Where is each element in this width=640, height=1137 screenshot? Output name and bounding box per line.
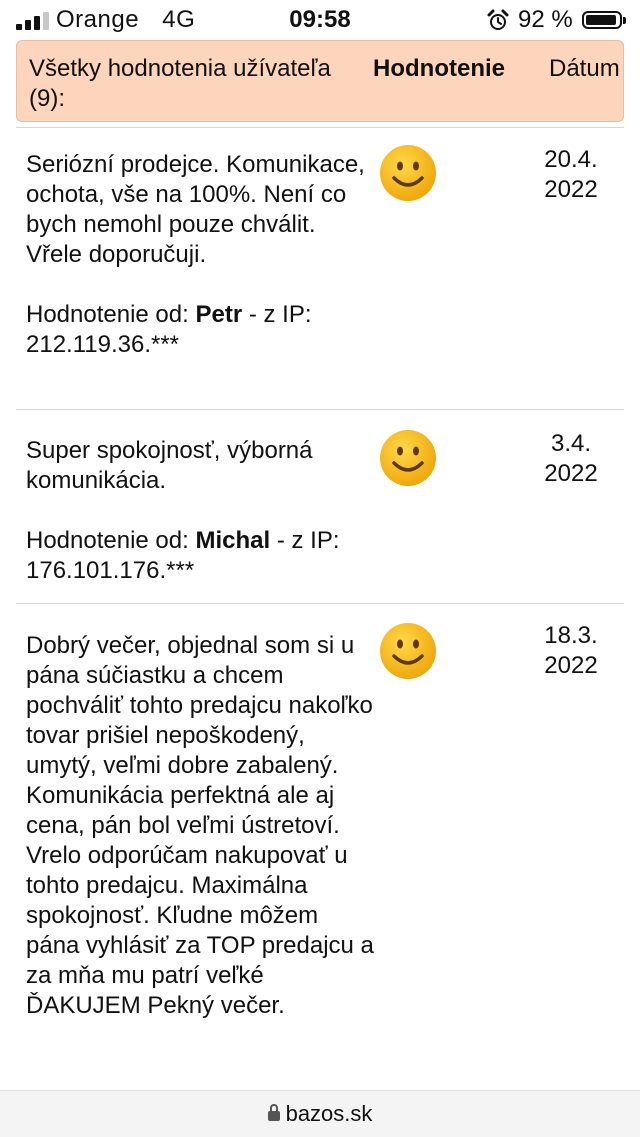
url-display[interactable]: bazos.sk	[0, 1101, 640, 1127]
url-domain: bazos.sk	[285, 1101, 373, 1126]
battery-percentage: 92 %	[518, 6, 573, 33]
review-row: Seriózní prodejce. Komunikace, ochota, v…	[16, 127, 624, 410]
author-prefix: Hodnotenie od:	[26, 527, 189, 554]
status-bar: Orange 4G 09:58 92 %	[0, 0, 640, 40]
smile-icon	[380, 145, 436, 201]
review-author: Hodnotenie od: Petr - z IP: 212.119.36.*…	[26, 300, 376, 360]
header-date: Dátum	[549, 55, 620, 82]
review-text: Seriózní prodejce. Komunikace, ochota, v…	[26, 151, 365, 268]
smile-icon	[380, 430, 436, 486]
battery-icon	[582, 11, 626, 29]
review-author: Hodnotenie od: Michal - z IP: 176.101.17…	[26, 526, 376, 586]
lock-icon	[267, 1104, 280, 1122]
author-name: Petr	[195, 301, 243, 328]
date-year: 2022	[544, 652, 598, 679]
author-name: Michal	[195, 527, 271, 554]
date-year: 2022	[544, 460, 598, 487]
review-row: Dobrý večer, objednal som si u pána súči…	[16, 603, 624, 1091]
review-text: Dobrý večer, objednal som si u pána súči…	[26, 632, 374, 1019]
date-year: 2022	[544, 176, 598, 203]
review-date: 18.3. 2022	[536, 621, 606, 681]
alarm-clock-icon	[487, 9, 509, 30]
date-day-month: 20.4.	[544, 146, 598, 173]
header-all-ratings: Všetky hodnotenia užívateľa (9):	[29, 55, 331, 112]
browser-url-bar[interactable]: bazos.sk	[0, 1090, 640, 1137]
review-row: Super spokojnosť, výborná komunikácia. H…	[16, 409, 624, 604]
date-day-month: 18.3.	[544, 622, 598, 649]
review-date: 3.4. 2022	[536, 429, 606, 489]
smile-icon	[380, 623, 436, 679]
review-content: Seriózní prodejce. Komunikace, ochota, v…	[26, 150, 376, 360]
date-day-month: 3.4.	[550, 430, 592, 457]
review-date: 20.4. 2022	[536, 145, 606, 205]
review-text: Super spokojnosť, výborná komunikácia.	[26, 437, 313, 494]
author-prefix: Hodnotenie od:	[26, 301, 189, 328]
header-rating: Hodnotenie	[373, 55, 505, 82]
review-content: Super spokojnosť, výborná komunikácia. H…	[26, 436, 376, 586]
ratings-table-header: Všetky hodnotenia užívateľa (9): Hodnote…	[16, 40, 624, 122]
review-content: Dobrý večer, objednal som si u pána súči…	[26, 631, 376, 1021]
